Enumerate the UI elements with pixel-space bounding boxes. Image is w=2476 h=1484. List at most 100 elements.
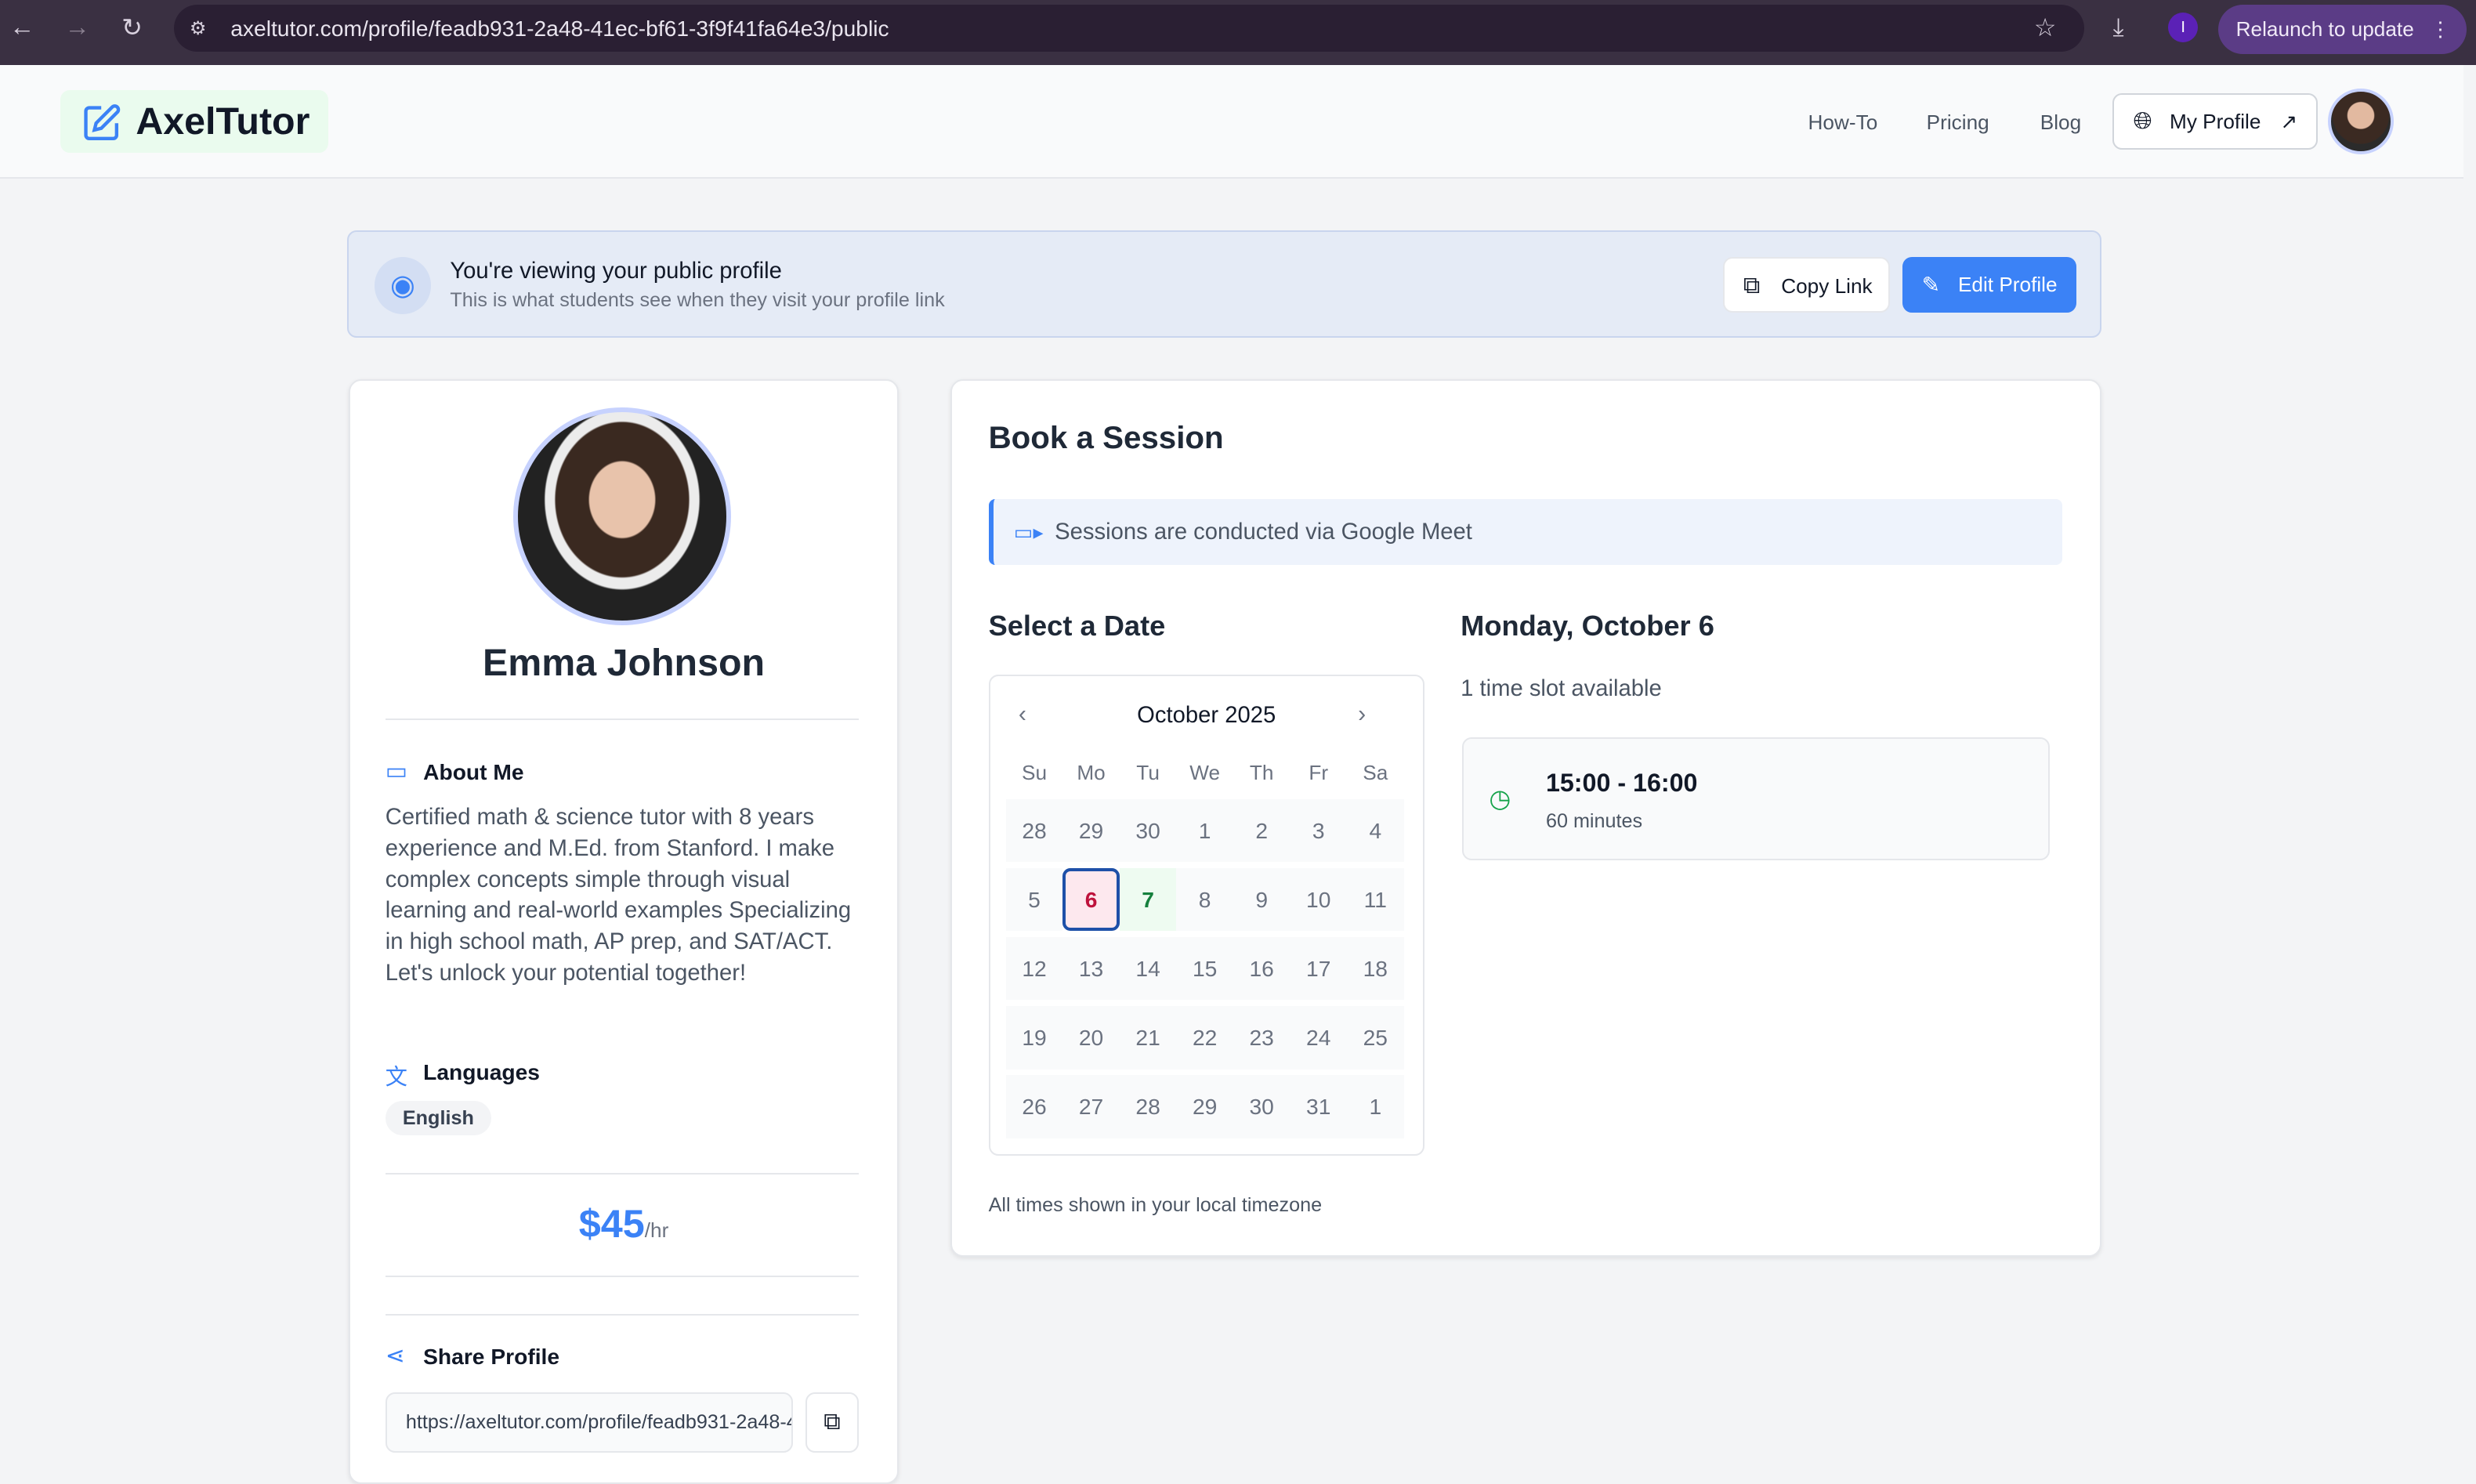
calendar-day[interactable]: 25 <box>1347 1006 1404 1070</box>
calendar-day[interactable]: 7 <box>1120 868 1177 932</box>
edit-icon <box>81 103 121 143</box>
weekday-label: Su <box>1006 761 1063 785</box>
calendar-day[interactable]: 10 <box>1290 868 1347 932</box>
calendar-day[interactable]: 8 <box>1176 868 1233 932</box>
selected-date-title: Monday, October 6 <box>1461 610 1714 642</box>
calendar-day[interactable]: 2 <box>1233 799 1290 863</box>
calendar-day[interactable]: 30 <box>1233 1075 1290 1138</box>
calendar-day[interactable]: 23 <box>1233 1006 1290 1070</box>
languages-title: Languages <box>423 1059 540 1085</box>
edit-profile-button[interactable]: ✎Edit Profile <box>1902 257 2076 313</box>
divider <box>386 1173 860 1175</box>
copy-link-button[interactable]: ⧉Copy Link <box>1723 257 1891 313</box>
about-text: Certified math & science tutor with 8 ye… <box>386 802 860 990</box>
next-month-button[interactable]: › <box>1358 701 1366 728</box>
relaunch-button[interactable]: Relaunch to update⋮ <box>2218 5 2466 53</box>
weekday-label: Fr <box>1290 761 1347 785</box>
price: $45/hr <box>349 1200 898 1247</box>
calendar-day[interactable]: 4 <box>1347 799 1404 863</box>
calendar-days: 2829301234567891011121314151617181920212… <box>1006 799 1404 1144</box>
globe-icon: 🌐︎ <box>2134 95 2152 149</box>
calendar-day[interactable]: 26 <box>1006 1075 1063 1138</box>
site-settings-icon[interactable]: ⚙ <box>190 17 207 40</box>
calendar-day[interactable]: 11 <box>1347 868 1404 932</box>
reload-icon[interactable]: ↻ <box>121 13 143 42</box>
calendar-day[interactable]: 31 <box>1290 1075 1347 1138</box>
profile-avatar[interactable]: I <box>2168 13 2198 42</box>
video-icon: ▭▸ <box>1014 499 1044 566</box>
calendar-day-selected[interactable]: 6 <box>1062 868 1120 932</box>
weekday-header: SuMoTuWeThFrSa <box>1006 761 1404 785</box>
calendar-day[interactable]: 13 <box>1062 937 1120 1001</box>
about-title: About Me <box>423 759 523 785</box>
calendar-day[interactable]: 28 <box>1006 799 1063 863</box>
select-date-title: Select a Date <box>989 610 1166 642</box>
banner-subtitle: This is what students see when they visi… <box>450 289 944 312</box>
calendar-day[interactable]: 24 <box>1290 1006 1347 1070</box>
timezone-note: All times shown in your local timezone <box>989 1194 1323 1217</box>
meet-note: ▭▸Sessions are conducted via Google Meet <box>989 499 2062 566</box>
weekday-label: We <box>1176 761 1233 785</box>
weekday-label: Mo <box>1062 761 1120 785</box>
copy-icon: ⧉ <box>1743 259 1761 314</box>
tutor-name: Emma Johnson <box>349 641 898 685</box>
copy-url-button[interactable]: ⧉ <box>805 1392 860 1453</box>
eye-icon: ◉ <box>375 257 432 314</box>
edit-icon: ✎ <box>1922 257 1941 313</box>
calendar-day[interactable]: 28 <box>1120 1075 1177 1138</box>
back-icon[interactable]: ← <box>9 13 34 42</box>
brand-logo[interactable]: AxelTutor <box>60 90 329 154</box>
calendar-day[interactable]: 27 <box>1062 1075 1120 1138</box>
calendar-day[interactable]: 29 <box>1176 1075 1233 1138</box>
message-icon: ▭ <box>386 758 408 785</box>
public-profile-banner: ◉ You're viewing your public profile Thi… <box>347 230 2101 338</box>
divider <box>386 1314 860 1316</box>
nav-blog[interactable]: Blog <box>2040 110 2081 135</box>
share-icon: ⋖ <box>386 1342 405 1370</box>
download-icon[interactable]: ⤓ <box>2112 13 2123 42</box>
translate-icon: 文 <box>386 1059 407 1091</box>
divider <box>386 1276 860 1277</box>
calendar-day[interactable]: 22 <box>1176 1006 1233 1070</box>
calendar-day[interactable]: 1 <box>1176 799 1233 863</box>
calendar-day[interactable]: 17 <box>1290 937 1347 1001</box>
calendar-day[interactable]: 18 <box>1347 937 1404 1001</box>
time-slot[interactable]: ◷ 15:00 - 16:00 60 minutes <box>1462 737 2050 860</box>
calendar-day[interactable]: 21 <box>1120 1006 1177 1070</box>
site-header: AxelTutor How-To Pricing Blog 🌐︎ My Prof… <box>0 65 2463 179</box>
calendar-day[interactable]: 14 <box>1120 937 1177 1001</box>
calendar-day[interactable]: 30 <box>1120 799 1177 863</box>
calendar-day[interactable]: 9 <box>1233 868 1290 932</box>
external-link-icon: ↗ <box>2280 95 2297 149</box>
booking-title: Book a Session <box>989 420 1224 456</box>
weekday-label: Th <box>1233 761 1290 785</box>
banner-title: You're viewing your public profile <box>450 259 782 284</box>
divider <box>386 718 860 720</box>
share-url-input[interactable]: https://axeltutor.com/profile/feadb931-2… <box>386 1392 793 1453</box>
calendar-day[interactable]: 15 <box>1176 937 1233 1001</box>
calendar-day[interactable]: 1 <box>1347 1075 1404 1138</box>
bookmark-star-icon[interactable]: ☆ <box>2034 13 2057 42</box>
weekday-label: Tu <box>1120 761 1177 785</box>
calendar-day[interactable]: 29 <box>1062 799 1120 863</box>
weekday-label: Sa <box>1347 761 1404 785</box>
browser-toolbar: ← → ↻ axeltutor.com/profile/feadb931-2a4… <box>0 0 2476 65</box>
calendar-day[interactable]: 12 <box>1006 937 1063 1001</box>
my-profile-button[interactable]: 🌐︎ My Profile ↗ <box>2112 93 2318 150</box>
nav-pricing[interactable]: Pricing <box>1927 110 1989 135</box>
calendar-day[interactable]: 3 <box>1290 799 1347 863</box>
share-title: Share Profile <box>423 1344 559 1370</box>
clock-icon: ◷ <box>1489 784 1511 813</box>
slots-count: 1 time slot available <box>1461 676 1662 702</box>
user-avatar[interactable] <box>2328 89 2395 155</box>
calendar-day[interactable]: 20 <box>1062 1006 1120 1070</box>
address-bar[interactable]: axeltutor.com/profile/feadb931-2a48-41ec… <box>174 5 2085 52</box>
calendar-day[interactable]: 16 <box>1233 937 1290 1001</box>
copy-icon: ⧉ <box>824 1409 841 1435</box>
calendar-day[interactable]: 5 <box>1006 868 1063 932</box>
profile-photo <box>513 407 731 625</box>
forward-icon[interactable]: → <box>65 13 90 42</box>
language-tag: English <box>386 1101 491 1135</box>
nav-how-to[interactable]: How-To <box>1808 110 1878 135</box>
calendar-day[interactable]: 19 <box>1006 1006 1063 1070</box>
